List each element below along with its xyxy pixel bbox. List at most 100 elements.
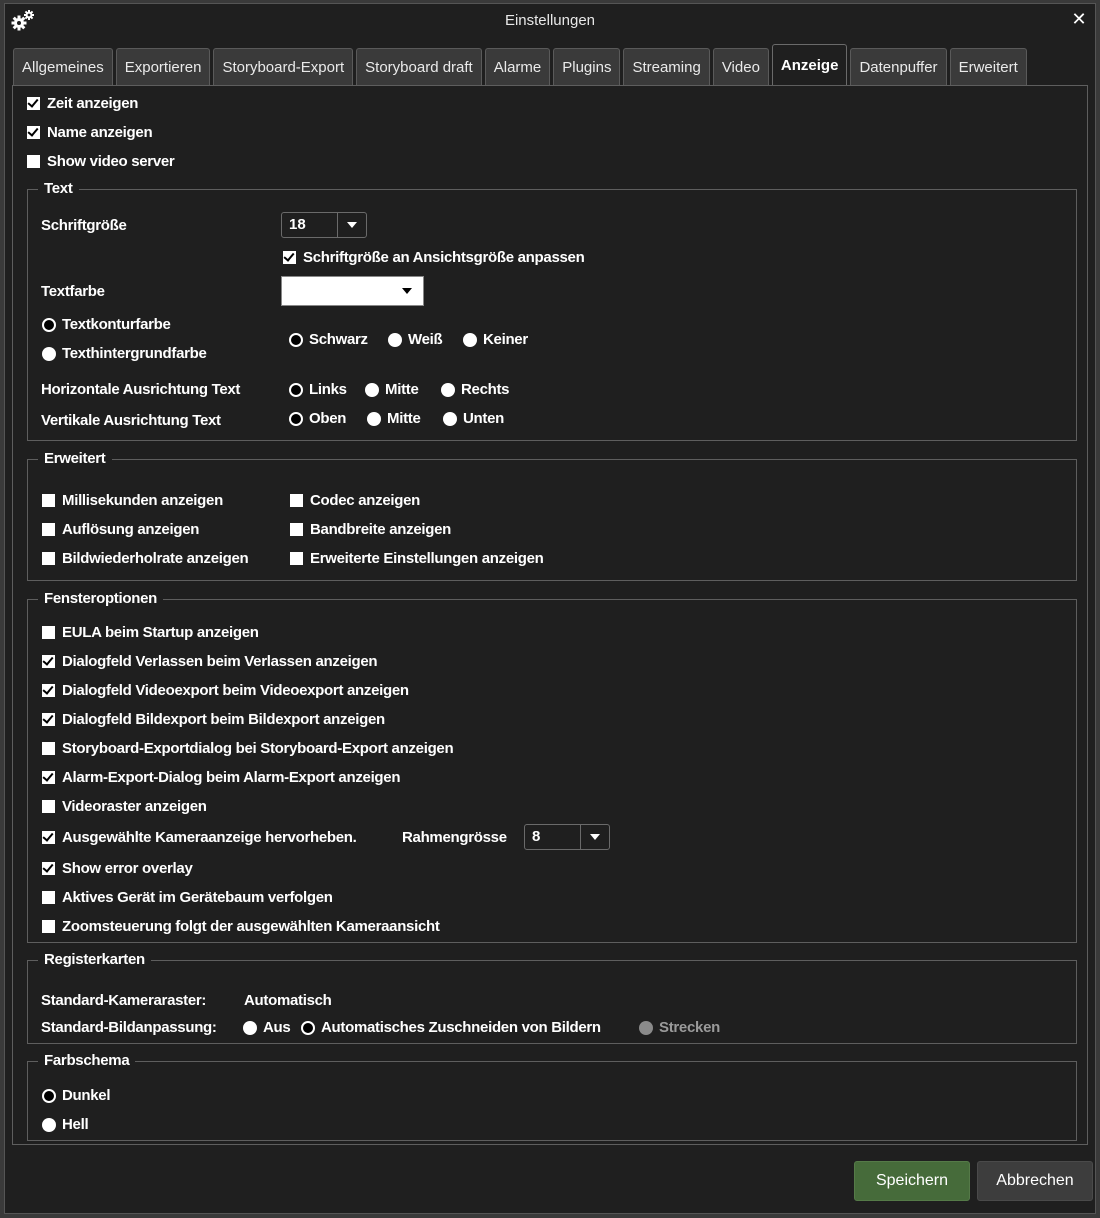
fit-off-radio[interactable]: Aus bbox=[243, 1019, 291, 1036]
checkbox-box[interactable] bbox=[42, 920, 55, 933]
tab-alarme[interactable]: Alarme bbox=[484, 48, 551, 86]
scheme-light-radio[interactable]: Hell bbox=[42, 1116, 89, 1133]
checkbox-label: Videoraster anzeigen bbox=[62, 798, 207, 815]
font-size-dropdown[interactable]: 18 bbox=[281, 212, 367, 238]
radio-dot[interactable] bbox=[42, 1117, 56, 1132]
show-name-checkbox[interactable]: Name anzeigen bbox=[27, 124, 153, 141]
checkbox-box[interactable] bbox=[42, 655, 55, 668]
title-bar[interactable]: Einstellungen ✕ bbox=[5, 4, 1095, 40]
cancel-button[interactable]: Abbrechen bbox=[977, 1161, 1093, 1201]
checkbox-label: Dialogfeld Verlassen beim Verlassen anze… bbox=[62, 653, 378, 670]
checkbox-box[interactable] bbox=[42, 862, 55, 875]
checkbox-box[interactable] bbox=[42, 626, 55, 639]
radio-label: Unten bbox=[463, 410, 504, 427]
align-right-radio[interactable]: Rechts bbox=[441, 381, 510, 398]
tab-datenpuffer[interactable]: Datenpuffer bbox=[850, 48, 947, 86]
radio-dot[interactable] bbox=[367, 411, 381, 426]
color-white-radio[interactable]: Weiß bbox=[388, 331, 443, 348]
save-button[interactable]: Speichern bbox=[854, 1161, 970, 1201]
tab-erweitert[interactable]: Erweitert bbox=[949, 48, 1027, 86]
radio-dot[interactable] bbox=[289, 332, 303, 347]
show-time-checkbox[interactable]: Zeit anzeigen bbox=[27, 95, 138, 112]
background-color-radio[interactable]: Texthintergrundfarbe bbox=[42, 345, 207, 362]
radio-dot[interactable] bbox=[42, 317, 56, 332]
align-left-radio[interactable]: Links bbox=[289, 381, 347, 398]
alarm-export-dialog-checkbox[interactable]: Alarm-Export-Dialog beim Alarm-Export an… bbox=[42, 769, 401, 786]
fit-font-size-checkbox[interactable]: Schriftgröße an Ansichtsgröße anpassen bbox=[283, 249, 585, 266]
checkbox-box[interactable] bbox=[42, 891, 55, 904]
radio-dot[interactable] bbox=[365, 382, 379, 397]
tabs-group: Registerkarten Standard-Kameraraster: Au… bbox=[27, 951, 1077, 1044]
show-resolution-checkbox[interactable]: Auflösung anzeigen bbox=[42, 521, 199, 538]
show-advanced-settings-checkbox[interactable]: Erweiterte Einstellungen anzeigen bbox=[290, 550, 544, 567]
exit-dialog-checkbox[interactable]: Dialogfeld Verlassen beim Verlassen anze… bbox=[42, 653, 378, 670]
checkbox-label: EULA beim Startup anzeigen bbox=[62, 624, 259, 641]
checkbox-box[interactable] bbox=[42, 800, 55, 813]
align-top-radio[interactable]: Oben bbox=[289, 410, 346, 427]
radio-dot[interactable] bbox=[301, 1020, 315, 1035]
checkbox-box[interactable] bbox=[42, 494, 55, 507]
checkbox-box[interactable] bbox=[42, 523, 55, 536]
image-export-dialog-checkbox[interactable]: Dialogfeld Bildexport beim Bildexport an… bbox=[42, 711, 385, 728]
chevron-down-icon[interactable] bbox=[580, 825, 609, 849]
show-framerate-checkbox[interactable]: Bildwiederholrate anzeigen bbox=[42, 550, 249, 567]
radio-dot[interactable] bbox=[42, 1088, 56, 1103]
show-bandwidth-checkbox[interactable]: Bandbreite anzeigen bbox=[290, 521, 451, 538]
checkbox-box[interactable] bbox=[42, 713, 55, 726]
show-codec-checkbox[interactable]: Codec anzeigen bbox=[290, 492, 420, 509]
outline-color-radio[interactable]: Textkonturfarbe bbox=[42, 316, 171, 333]
close-icon[interactable]: ✕ bbox=[1069, 8, 1089, 30]
checkbox-box[interactable] bbox=[290, 494, 303, 507]
checkbox-box[interactable] bbox=[290, 552, 303, 565]
checkbox-box[interactable] bbox=[42, 831, 55, 844]
tab-allgemeines[interactable]: Allgemeines bbox=[13, 48, 113, 86]
align-bottom-radio[interactable]: Unten bbox=[443, 410, 504, 427]
tab-storyboard-draft[interactable]: Storyboard draft bbox=[356, 48, 482, 86]
track-device-checkbox[interactable]: Aktives Gerät im Gerätebaum verfolgen bbox=[42, 889, 333, 906]
checkbox-box[interactable] bbox=[290, 523, 303, 536]
checkbox-box[interactable] bbox=[27, 97, 40, 110]
tab-plugins[interactable]: Plugins bbox=[553, 48, 621, 86]
text-color-picker[interactable] bbox=[281, 276, 424, 306]
radio-dot[interactable] bbox=[289, 382, 303, 397]
video-export-dialog-checkbox[interactable]: Dialogfeld Videoexport beim Videoexport … bbox=[42, 682, 409, 699]
align-middle-v-radio[interactable]: Mitte bbox=[367, 410, 421, 427]
frame-size-dropdown[interactable]: 8 bbox=[524, 824, 610, 850]
tab-exportieren[interactable]: Exportieren bbox=[115, 48, 211, 86]
checkbox-box[interactable] bbox=[27, 155, 40, 168]
checkbox-box[interactable] bbox=[27, 126, 40, 139]
fit-auto-crop-radio[interactable]: Automatisches Zuschneiden von Bildern bbox=[301, 1019, 601, 1036]
zoom-follows-checkbox[interactable]: Zoomsteuerung folgt der ausgewählten Kam… bbox=[42, 918, 440, 935]
radio-dot[interactable] bbox=[42, 346, 56, 361]
scheme-dark-radio[interactable]: Dunkel bbox=[42, 1087, 111, 1104]
tab-video[interactable]: Video bbox=[712, 48, 769, 86]
radio-dot[interactable] bbox=[289, 411, 303, 426]
tab-storyboard-export[interactable]: Storyboard-Export bbox=[213, 48, 354, 86]
error-overlay-checkbox[interactable]: Show error overlay bbox=[42, 860, 193, 877]
tab-anzeige[interactable]: Anzeige bbox=[771, 44, 848, 86]
storyboard-export-dialog-checkbox[interactable]: Storyboard-Exportdialog bei Storyboard-E… bbox=[42, 740, 454, 757]
camera-grid-label: Standard-Kameraraster: bbox=[41, 992, 207, 1009]
checkbox-box[interactable] bbox=[42, 742, 55, 755]
checkbox-box[interactable] bbox=[42, 684, 55, 697]
radio-dot[interactable] bbox=[443, 411, 457, 426]
checkbox-box[interactable] bbox=[283, 251, 296, 264]
chevron-down-icon[interactable] bbox=[337, 213, 366, 237]
radio-dot[interactable] bbox=[388, 332, 402, 347]
video-grid-checkbox[interactable]: Videoraster anzeigen bbox=[42, 798, 207, 815]
color-black-radio[interactable]: Schwarz bbox=[289, 331, 368, 348]
highlight-camera-checkbox[interactable]: Ausgewählte Kameraanzeige hervorheben. bbox=[42, 829, 357, 846]
align-center-h-radio[interactable]: Mitte bbox=[365, 381, 419, 398]
show-video-server-checkbox[interactable]: Show video server bbox=[27, 153, 175, 170]
radio-dot[interactable] bbox=[243, 1020, 257, 1035]
radio-dot[interactable] bbox=[463, 332, 477, 347]
radio-dot[interactable] bbox=[441, 382, 455, 397]
eula-checkbox[interactable]: EULA beim Startup anzeigen bbox=[42, 624, 259, 641]
tab-streaming[interactable]: Streaming bbox=[623, 48, 710, 86]
show-milliseconds-checkbox[interactable]: Millisekunden anzeigen bbox=[42, 492, 223, 509]
radio-label: Aus bbox=[263, 1019, 291, 1036]
radio-label: Rechts bbox=[461, 381, 510, 398]
checkbox-box[interactable] bbox=[42, 771, 55, 784]
color-none-radio[interactable]: Keiner bbox=[463, 331, 528, 348]
checkbox-box[interactable] bbox=[42, 552, 55, 565]
